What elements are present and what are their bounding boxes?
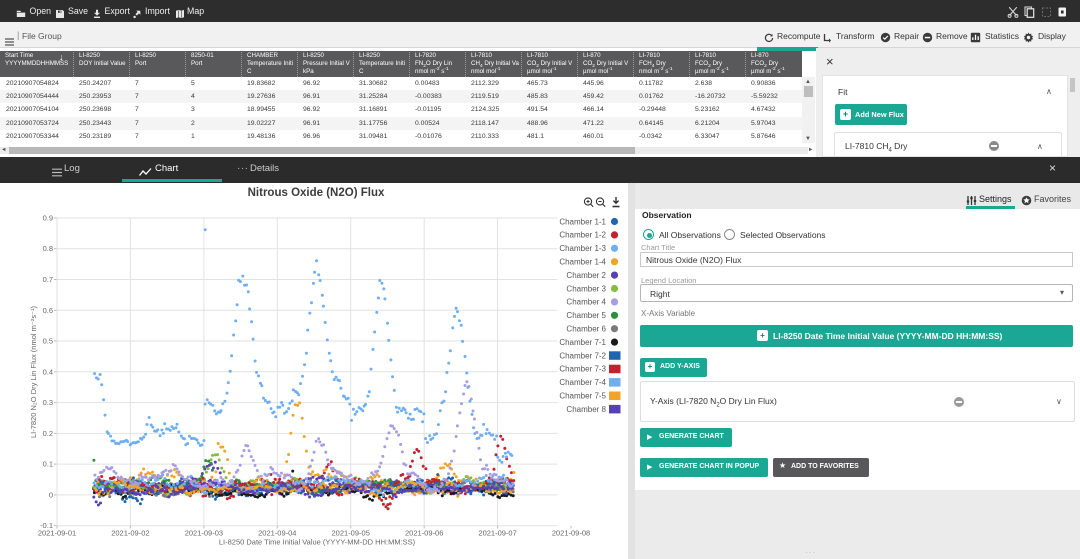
svg-text:Chamber 7-3: Chamber 7-3 xyxy=(559,365,606,374)
svg-text:0.4: 0.4 xyxy=(43,367,53,376)
svg-text:Chamber 3: Chamber 3 xyxy=(566,284,606,293)
svg-text:0: 0 xyxy=(49,490,53,499)
svg-text:Chamber 1-3: Chamber 1-3 xyxy=(559,244,606,253)
svg-text:2021-09-08: 2021-09-08 xyxy=(552,529,590,538)
svg-text:0.9: 0.9 xyxy=(43,214,53,223)
svg-text:Chamber 7-4: Chamber 7-4 xyxy=(559,378,606,387)
svg-text:Chamber 7-1: Chamber 7-1 xyxy=(559,338,606,347)
svg-text:0.7: 0.7 xyxy=(43,275,53,284)
svg-text:0.8: 0.8 xyxy=(43,244,53,253)
svg-text:Chamber 1-1: Chamber 1-1 xyxy=(559,217,606,226)
svg-text:2021-09-05: 2021-09-05 xyxy=(332,529,370,538)
svg-text:2021-09-04: 2021-09-04 xyxy=(258,529,296,538)
svg-text:2021-09-02: 2021-09-02 xyxy=(111,529,149,538)
svg-text:0.1: 0.1 xyxy=(43,460,53,469)
svg-text:2021-09-06: 2021-09-06 xyxy=(405,529,443,538)
svg-text:Chamber 1-4: Chamber 1-4 xyxy=(559,258,606,267)
svg-text:Chamber 4: Chamber 4 xyxy=(566,298,606,307)
svg-text:LI-7820 N₂O Dry Lin Flux (nmol: LI-7820 N₂O Dry Lin Flux (nmol m⁻²s⁻¹) xyxy=(29,305,38,438)
svg-text:2021-09-01: 2021-09-01 xyxy=(38,529,76,538)
svg-text:Chamber 1-2: Chamber 1-2 xyxy=(559,231,606,240)
svg-text:Chamber 7-5: Chamber 7-5 xyxy=(559,392,606,401)
svg-text:0.6: 0.6 xyxy=(43,306,53,315)
svg-text:2021-09-03: 2021-09-03 xyxy=(185,529,223,538)
svg-text:Chamber 8: Chamber 8 xyxy=(566,405,606,414)
svg-text:Chamber 6: Chamber 6 xyxy=(566,325,606,334)
svg-text:0.2: 0.2 xyxy=(43,429,53,438)
svg-text:LI-8250 Date Time Initial Valu: LI-8250 Date Time Initial Value (YYYY-MM… xyxy=(219,538,416,547)
svg-text:Chamber 7-2: Chamber 7-2 xyxy=(559,351,606,360)
svg-text:0.5: 0.5 xyxy=(43,337,53,346)
svg-text:Chamber 5: Chamber 5 xyxy=(566,311,606,320)
svg-text:2021-09-07: 2021-09-07 xyxy=(478,529,516,538)
svg-text:0.3: 0.3 xyxy=(43,398,53,407)
svg-text:Chamber 2: Chamber 2 xyxy=(566,271,606,280)
